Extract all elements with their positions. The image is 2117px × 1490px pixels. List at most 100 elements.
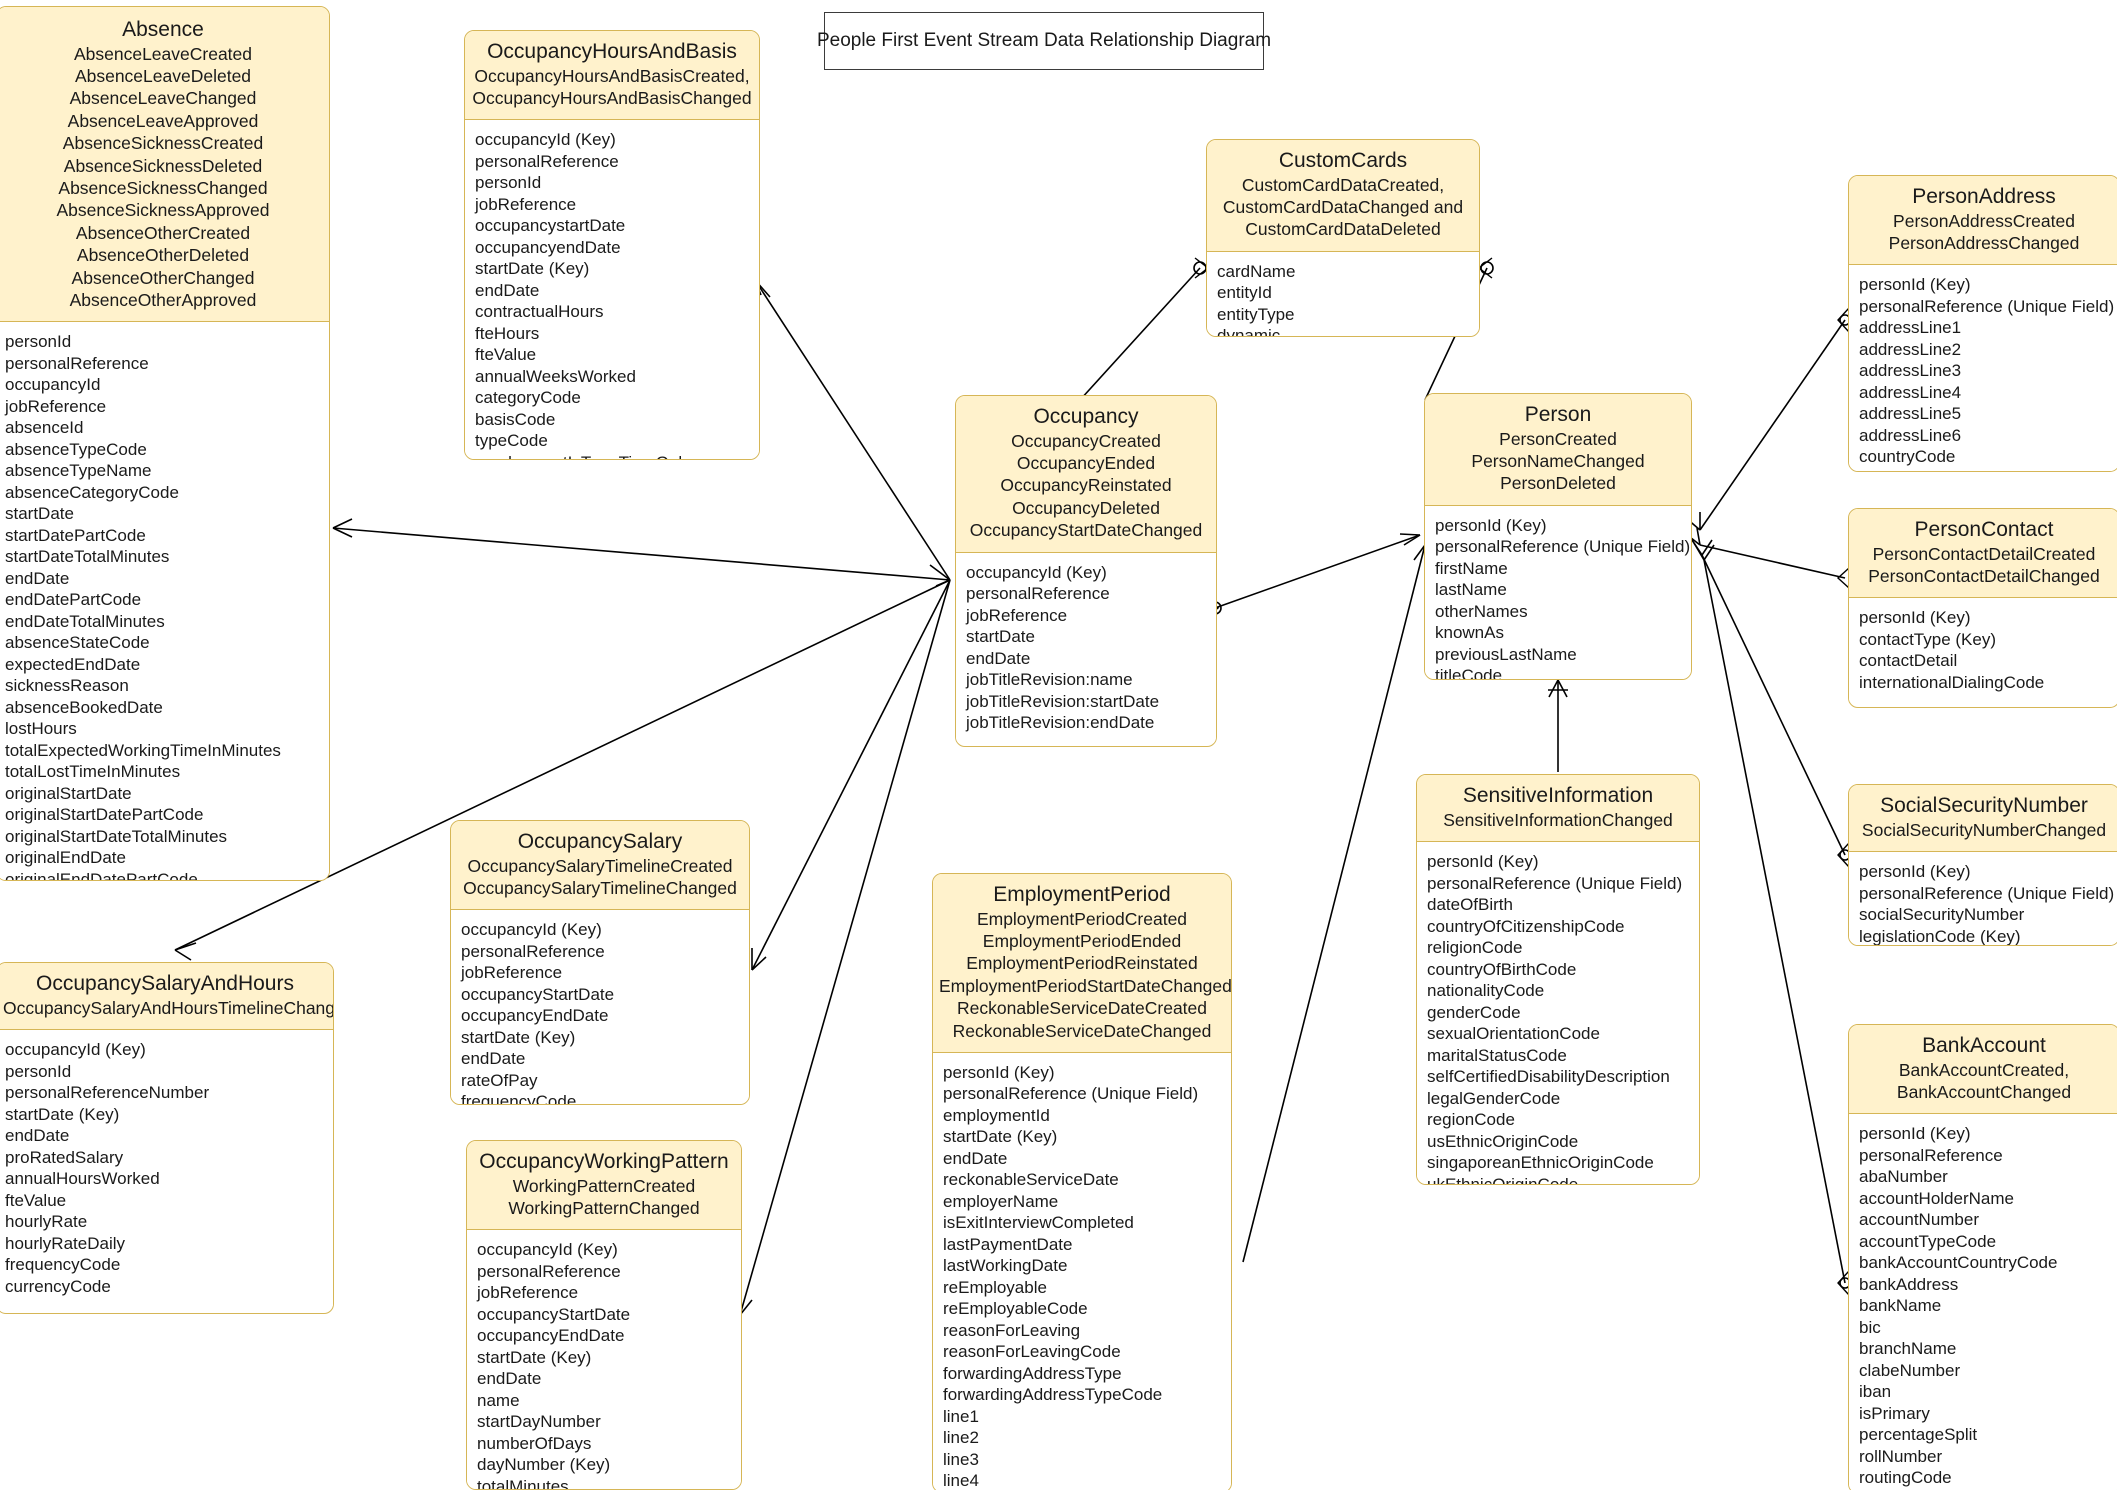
entity-absence-event: AbsenceLeaveDeleted <box>74 66 252 86</box>
entity-event: PersonNameChanged <box>1471 451 1645 471</box>
attribute: occupancyendDate <box>475 237 621 257</box>
attribute: personalReference <box>1859 1145 2003 1165</box>
entity-employment-period[interactable]: EmploymentPeriod EmploymentPeriodCreated… <box>932 873 1232 1490</box>
entity-title: EmploymentPeriod <box>993 883 1171 906</box>
attribute: clabeNumber <box>1859 1360 1961 1380</box>
entity-person[interactable]: Person PersonCreated PersonNameChanged P… <box>1424 393 1692 680</box>
attribute: cardName <box>1217 261 1296 281</box>
attribute: personId (Key) <box>1435 515 1547 535</box>
arrow-person-from-sensitive <box>1548 679 1568 698</box>
crowfoot-customcards-right <box>1477 257 1493 279</box>
entity-occupancy-salary-and-hours[interactable]: OccupancySalaryAndHours OccupancySalaryA… <box>0 962 334 1314</box>
attribute: totalLostTimeInMinutes <box>5 762 181 782</box>
entity-sensitive-information[interactable]: SensitiveInformation SensitiveInformatio… <box>1416 774 1700 1185</box>
attribute: personalReference (Unique Field) <box>943 1084 1199 1104</box>
entity-social-security-number-attributes: personId (Key) personalReference (Unique… <box>1849 852 2117 946</box>
attribute: legislationCode (Key) <box>1859 926 2021 946</box>
attribute: endDate <box>475 280 540 300</box>
attribute: iban <box>1859 1382 1892 1402</box>
attribute: jobTitleRevision:startDate <box>966 691 1160 711</box>
attribute: personId <box>5 1061 72 1081</box>
entity-absence-event: AbsenceSicknessCreated <box>62 133 264 154</box>
attribute: dynamic <box>1217 326 1281 337</box>
attribute: personalReference (Unique Field) <box>1427 873 1683 893</box>
entity-event: PersonAddressCreated <box>1893 210 2075 231</box>
attribute: knownAs <box>1435 623 1504 643</box>
entity-person-address-attributes: personId (Key) personalReference (Unique… <box>1849 265 2117 471</box>
zero-marker-customcards-left <box>1193 261 1207 275</box>
entity-occupancy[interactable]: Occupancy OccupancyCreated OccupancyEnde… <box>955 395 1217 747</box>
attribute: absenceBookedDate <box>5 697 163 717</box>
attribute: currencyCode <box>5 1276 111 1296</box>
entity-occupancy-hours-and-basis[interactable]: OccupancyHoursAndBasis OccupancyHoursAnd… <box>464 30 760 460</box>
attribute: contactType (Key) <box>1859 629 1997 649</box>
attribute: endDatePartCode <box>5 590 142 610</box>
entity-occupancy-salary-and-hours-attributes: occupancyId (Key) personId personalRefer… <box>0 1030 333 1306</box>
attribute: expectedEndDate <box>5 654 141 674</box>
attribute: bic <box>1859 1317 1881 1337</box>
attribute: typeCode <box>475 431 548 451</box>
entity-title: SocialSecurityNumber <box>1880 794 2088 817</box>
diagram-title-box: People First Event Stream Data Relations… <box>817 12 1271 70</box>
attribute: startDate <box>5 504 74 524</box>
entity-title: PersonAddress <box>1912 185 2056 208</box>
entity-event: WorkingPatternChanged <box>508 1198 700 1218</box>
attribute: legalGenderCode <box>1427 1088 1561 1108</box>
entity-event: OccupancyCreated <box>1011 430 1161 451</box>
attribute: absenceStateCode <box>5 633 150 653</box>
entity-event: CustomCardDataDeleted <box>1245 219 1441 240</box>
entity-event: PersonCreated <box>1499 428 1617 449</box>
attribute: absenceCategoryCode <box>5 482 179 502</box>
attribute: startDate (Key) <box>475 259 590 279</box>
entity-occupancy-working-pattern-attributes: occupancyId (Key) personalReference jobR… <box>467 1230 741 1489</box>
attribute: originalEndDatePartCode <box>5 869 198 881</box>
attribute: isPrimary <box>1859 1403 1930 1423</box>
entity-absence-title: Absence <box>122 18 204 41</box>
attribute: line3 <box>943 1449 979 1469</box>
entity-custom-cards[interactable]: CustomCards CustomCardDataCreated, Custo… <box>1206 139 1480 337</box>
entity-event: OccupancyStartDateChanged <box>969 520 1203 541</box>
attribute: endDate <box>461 1049 526 1069</box>
entity-bank-account[interactable]: BankAccount BankAccountCreated, BankAcco… <box>1848 1024 2117 1490</box>
attribute: occupancyId <box>5 375 101 395</box>
entity-person-attributes: personId (Key) personalReference (Unique… <box>1425 505 1691 679</box>
entity-custom-cards-attributes: cardName entityId entityType dynamic <box>1207 251 1479 337</box>
entity-person-address[interactable]: PersonAddress PersonAddressCreated Perso… <box>1848 175 2117 472</box>
entity-occupancy-salary[interactable]: OccupancySalary OccupancySalaryTimelineC… <box>450 820 750 1105</box>
entity-title: OccupancyWorkingPattern <box>479 1150 729 1173</box>
attribute: contractualHours <box>475 302 604 322</box>
attribute: personalReference (Unique Field) <box>1859 296 2115 316</box>
attribute: line4 <box>943 1471 979 1490</box>
attribute: startDate (Key) <box>477 1347 592 1367</box>
attribute: jobTitleRevision:endDate <box>966 713 1155 733</box>
entity-absence[interactable]: Absence AbsenceLeaveCreated AbsenceLeave… <box>0 6 330 881</box>
entity-absence-attributes: personId personalReference occupancyId j… <box>0 322 329 881</box>
attribute: personId (Key) <box>1859 275 1971 295</box>
attribute: rollNumber <box>1859 1446 1943 1466</box>
arrow-bankaccount-end <box>1693 542 1715 561</box>
entity-occupancy-working-pattern[interactable]: OccupancyWorkingPattern WorkingPatternCr… <box>466 1140 742 1490</box>
attribute: bankAccountCountryCode <box>1859 1253 2058 1273</box>
attribute: frequencyCode <box>461 1092 577 1105</box>
entity-person-contact[interactable]: PersonContact PersonContactDetailCreated… <box>1848 508 2117 708</box>
entity-event: PersonAddressChanged <box>1888 233 2080 253</box>
attribute: forwardingAddressType <box>943 1363 1122 1383</box>
attribute: annualHoursWorked <box>5 1169 160 1188</box>
entity-social-security-number[interactable]: SocialSecurityNumber SocialSecurityNumbe… <box>1848 784 2117 946</box>
attribute: regionCode <box>1427 1110 1515 1129</box>
attribute: originalEndDate <box>5 848 126 868</box>
arrow-ssn-end <box>1691 539 1713 556</box>
attribute: countryOfBirthCode <box>1427 959 1577 979</box>
attribute: occupancyStartDate <box>477 1304 631 1324</box>
connector-occupancy-salary <box>751 579 951 971</box>
entity-event: OccupancySalaryTimelineChanged <box>463 878 737 898</box>
arrow-person-from-occupancy <box>1399 533 1421 546</box>
attribute: originalStartDate <box>5 783 132 803</box>
attribute: dayNumber (Key) <box>477 1455 611 1475</box>
entity-person-header: Person PersonCreated PersonNameChanged P… <box>1425 394 1691 506</box>
arrow-salary <box>751 948 767 971</box>
attribute: personalReference <box>477 1261 621 1281</box>
attribute: name <box>477 1390 520 1410</box>
attribute: basisCode <box>475 409 556 429</box>
entity-event: PersonContactDetailCreated <box>1872 543 2096 564</box>
